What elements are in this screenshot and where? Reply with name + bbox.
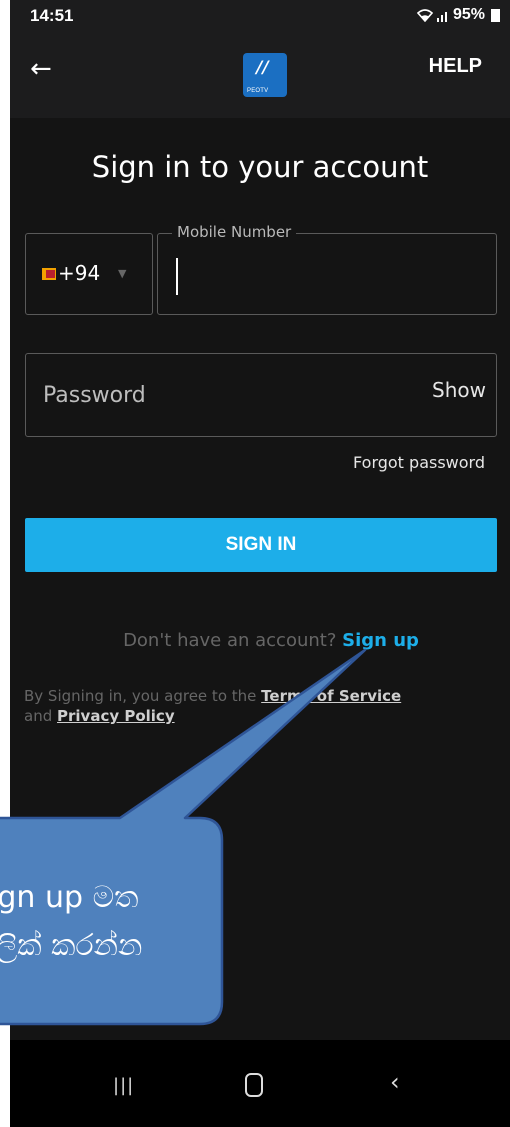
terms-notice: By Signing in, you agree to the Terms of…: [24, 686, 494, 726]
page-title: Sign in to your account: [91, 150, 429, 184]
logo-mark: //: [256, 58, 269, 78]
show-password-button[interactable]: Show: [432, 378, 486, 402]
terms-and: and: [24, 707, 53, 725]
recent-apps-icon[interactable]: |||: [113, 1075, 134, 1096]
battery-icon: [491, 8, 500, 22]
nav-back-icon[interactable]: ‹: [390, 1068, 400, 1096]
terms-of-service-link[interactable]: Terms of Service: [261, 687, 401, 705]
no-account-text: Don't have an account?: [123, 630, 337, 651]
forgot-password-link[interactable]: Forgot password: [353, 453, 485, 472]
help-button[interactable]: HELP: [429, 55, 482, 78]
country-code-value: +94: [58, 261, 101, 285]
status-time: 14:51: [30, 6, 74, 25]
sri-lanka-flag-icon: [42, 268, 56, 280]
signal-icon: [436, 9, 449, 22]
system-navigation-bar: ||| ‹: [10, 1040, 510, 1127]
mobile-number-label: Mobile Number: [172, 223, 297, 241]
chevron-down-icon: ▼: [118, 267, 127, 280]
country-code-selector[interactable]: +94 ▼: [25, 233, 153, 315]
text-cursor: [176, 258, 178, 295]
sign-up-link[interactable]: Sign up: [342, 630, 419, 651]
no-account-row: Don't have an account? Sign up: [10, 630, 510, 651]
status-bar: 14:51 95%: [10, 0, 510, 34]
battery-percent: 95%: [452, 6, 485, 23]
privacy-policy-link[interactable]: Privacy Policy: [57, 707, 175, 725]
status-icons: 95%: [416, 6, 500, 24]
sign-in-button[interactable]: SIGN IN: [25, 518, 497, 572]
peotv-logo: // PEOTV: [243, 53, 287, 97]
back-arrow-icon[interactable]: ←: [30, 54, 52, 84]
password-field[interactable]: Password Show: [25, 353, 497, 437]
home-icon[interactable]: [245, 1073, 263, 1097]
logo-wordmark: PEOTV: [247, 88, 269, 94]
mobile-number-field[interactable]: Mobile Number: [157, 223, 497, 315]
wifi-icon: [416, 9, 433, 22]
phone-screen: 14:51 95% ← // PEOTV HELP Sign in to you…: [10, 0, 510, 1127]
app-bar: ← // PEOTV HELP: [10, 34, 510, 118]
sign-in-form: Sign in to your account +94 ▼ Mobile Num…: [10, 118, 510, 1040]
terms-prefix: By Signing in, you agree to the: [24, 687, 257, 705]
password-placeholder: Password: [43, 383, 146, 408]
